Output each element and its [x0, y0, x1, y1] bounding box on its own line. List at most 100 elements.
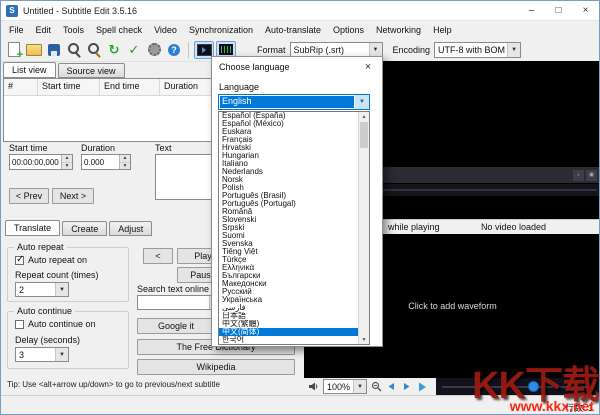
- language-combo[interactable]: English ▼: [218, 94, 370, 110]
- language-option[interactable]: Srpski: [219, 224, 358, 232]
- delay-value: 3: [16, 350, 55, 360]
- language-option[interactable]: Русский: [219, 288, 358, 296]
- delay-combo[interactable]: 3 ▼: [15, 347, 69, 362]
- dialog-close-button[interactable]: ×: [354, 57, 382, 77]
- prev-button[interactable]: < Prev: [9, 188, 49, 204]
- language-option[interactable]: Português (Brasil): [219, 192, 358, 200]
- menu-item-file[interactable]: File: [3, 21, 30, 38]
- spell-check-icon[interactable]: [125, 41, 143, 59]
- minimize-button[interactable]: –: [518, 1, 545, 20]
- language-option[interactable]: Hrvatski: [219, 144, 358, 152]
- player-bar-left: [307, 380, 320, 393]
- google-it-button[interactable]: Google it: [137, 318, 215, 334]
- checkbox-icon[interactable]: [15, 320, 24, 329]
- while-playing-label: while playing: [388, 222, 440, 232]
- maximize-button[interactable]: □: [545, 1, 572, 20]
- start-time-spinner[interactable]: 00:00:00,000 ▲▼: [9, 154, 73, 170]
- language-option[interactable]: 中文(繁體): [219, 320, 358, 328]
- language-option[interactable]: Euskara: [219, 128, 358, 136]
- language-option[interactable]: Español (México): [219, 120, 358, 128]
- language-option[interactable]: Hungarian: [219, 152, 358, 160]
- auto-continue-checkbox-label: Auto continue on: [28, 319, 96, 329]
- menu-item-tools[interactable]: Tools: [57, 21, 90, 38]
- chevron-down-icon: ▼: [355, 95, 369, 109]
- play-icon[interactable]: [415, 380, 428, 393]
- column-header-end-time[interactable]: End time: [100, 79, 160, 95]
- subtitle-edit-window: S Untitled - Subtitle Edit 3.5.16 – □ × …: [0, 0, 600, 415]
- menu-item-video[interactable]: Video: [148, 21, 183, 38]
- language-option[interactable]: Türkçe: [219, 256, 358, 264]
- repeat-count-combo[interactable]: 2 ▼: [15, 282, 69, 297]
- menu-item-options[interactable]: Options: [327, 21, 370, 38]
- back-button[interactable]: <: [143, 248, 173, 264]
- mute-icon[interactable]: ♪: [573, 170, 584, 181]
- language-option[interactable]: Ελληνικά: [219, 264, 358, 272]
- language-option[interactable]: فارسی: [219, 304, 358, 312]
- language-list-scrollbar[interactable]: ▲ ▼: [358, 112, 369, 344]
- language-option[interactable]: Українська: [219, 296, 358, 304]
- waveform-position-bar[interactable]: [436, 378, 600, 395]
- help-icon[interactable]: [165, 41, 183, 59]
- language-option[interactable]: Suomi: [219, 232, 358, 240]
- tab-list-view[interactable]: List view: [3, 62, 56, 78]
- language-option[interactable]: Македонски: [219, 280, 358, 288]
- language-option[interactable]: Français: [219, 136, 358, 144]
- spinner-arrows-icon[interactable]: ▲▼: [119, 155, 130, 169]
- tab-create[interactable]: Create: [62, 221, 107, 236]
- tab-translate[interactable]: Translate: [5, 220, 60, 236]
- menu-item-spell-check[interactable]: Spell check: [90, 21, 148, 38]
- language-option[interactable]: Svenska: [219, 240, 358, 248]
- open-folder-icon[interactable]: [25, 41, 43, 59]
- language-option[interactable]: Polish: [219, 184, 358, 192]
- visual-sync-icon[interactable]: [105, 41, 123, 59]
- language-option[interactable]: 中文(简体): [219, 328, 358, 336]
- language-option[interactable]: Italiano: [219, 160, 358, 168]
- new-document-icon[interactable]: [5, 41, 23, 59]
- menu-item-edit[interactable]: Edit: [30, 21, 58, 38]
- tab-source-view[interactable]: Source view: [58, 63, 125, 78]
- menu-item-help[interactable]: Help: [427, 21, 458, 38]
- next-button[interactable]: Next >: [52, 188, 94, 204]
- save-icon[interactable]: [45, 41, 63, 59]
- volume-icon[interactable]: [307, 380, 320, 393]
- fullscreen-icon[interactable]: ▣: [586, 170, 597, 181]
- language-option[interactable]: Nederlands: [219, 168, 358, 176]
- auto-continue-checkbox[interactable]: Auto continue on: [15, 319, 96, 329]
- language-option[interactable]: Tiếng Việt: [219, 248, 358, 256]
- step-forward-icon[interactable]: [400, 380, 413, 393]
- scroll-down-icon[interactable]: ▼: [359, 335, 369, 344]
- settings-icon[interactable]: [145, 41, 163, 59]
- encoding-combo[interactable]: UTF-8 with BOM ▼: [434, 42, 521, 58]
- checkbox-icon[interactable]: [15, 256, 24, 265]
- status-strip: 行数: 1: [1, 395, 600, 415]
- menu-item-auto-translate[interactable]: Auto-translate: [259, 21, 327, 38]
- language-option[interactable]: Español (España): [219, 112, 358, 120]
- find-icon[interactable]: [65, 41, 83, 59]
- spinner-arrows-icon[interactable]: ▲▼: [61, 155, 72, 169]
- step-back-icon[interactable]: [385, 380, 398, 393]
- close-button[interactable]: ×: [572, 1, 599, 20]
- position-slider-thumb[interactable]: [528, 381, 539, 392]
- language-option[interactable]: Português (Portugal): [219, 200, 358, 208]
- language-option[interactable]: 한국어: [219, 336, 358, 344]
- language-option[interactable]: Slovenski: [219, 216, 358, 224]
- column-header-item[interactable]: #: [4, 79, 38, 95]
- status-tip: Tip: Use <alt+arrow up/down> to go to pr…: [7, 380, 220, 389]
- auto-repeat-checkbox[interactable]: Auto repeat on: [15, 255, 87, 265]
- scroll-up-icon[interactable]: ▲: [359, 112, 369, 121]
- language-option[interactable]: Română: [219, 208, 358, 216]
- wikipedia-button[interactable]: Wikipedia: [137, 359, 295, 375]
- scrollbar-thumb[interactable]: [360, 122, 368, 148]
- replace-icon[interactable]: [85, 41, 103, 59]
- menu-item-synchronization[interactable]: Synchronization: [183, 21, 259, 38]
- language-option[interactable]: Български: [219, 272, 358, 280]
- zoom-combo[interactable]: 100% ▼: [323, 379, 367, 394]
- zoom-out-icon[interactable]: [370, 380, 383, 393]
- duration-spinner[interactable]: 0.000 ▲▼: [81, 154, 131, 170]
- start-time-value: 00:00:00,000: [10, 158, 61, 167]
- tab-adjust[interactable]: Adjust: [109, 221, 152, 236]
- language-option[interactable]: 日本語: [219, 312, 358, 320]
- language-option[interactable]: Norsk: [219, 176, 358, 184]
- column-header-start-time[interactable]: Start time: [38, 79, 100, 95]
- menu-item-networking[interactable]: Networking: [370, 21, 427, 38]
